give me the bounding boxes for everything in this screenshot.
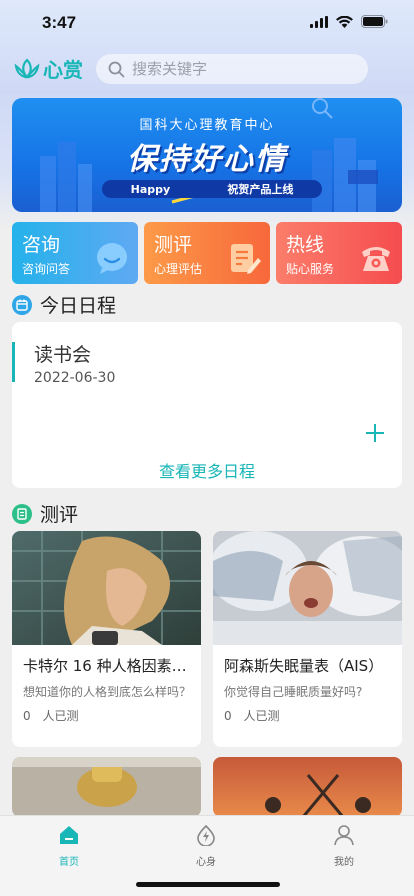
card-subtitle: 贴心服务 bbox=[286, 262, 335, 276]
hotline-card[interactable]: 热线 贴心服务 bbox=[276, 222, 402, 284]
test-cover-image bbox=[12, 531, 201, 645]
banner-title: 保持好心情 bbox=[127, 142, 287, 177]
banner-tagline: Happy 祝贺产品上线 bbox=[102, 180, 322, 198]
add-schedule-icon[interactable] bbox=[364, 422, 386, 444]
chat-bubble-icon bbox=[97, 243, 127, 274]
document-icon bbox=[12, 503, 32, 524]
quick-entry-cards: 咨询 咨询问答 测评 心理评估 热线 贴心服务 bbox=[12, 222, 402, 284]
calendar-icon bbox=[12, 294, 32, 315]
banner-tagline-left: Happy bbox=[130, 182, 171, 196]
test-card[interactable] bbox=[213, 757, 402, 817]
schedule-item-date: 2022-06-30 bbox=[34, 370, 116, 386]
tab-label: 首页 bbox=[59, 857, 79, 868]
home-indicator bbox=[136, 882, 280, 887]
status-bar: 3:47 bbox=[0, 0, 414, 44]
section-title: 测评 bbox=[40, 504, 79, 526]
card-title: 咨询 bbox=[22, 234, 61, 256]
test-title: 卡特尔 16 种人格因素测验 bbox=[23, 657, 193, 675]
schedule-accent-bar bbox=[12, 342, 15, 382]
banner-subtitle: 国科大心理教育中心 bbox=[139, 118, 275, 133]
card-subtitle: 咨询问答 bbox=[22, 262, 71, 276]
test-cover-image bbox=[12, 757, 201, 817]
schedule-item-title[interactable]: 读书会 bbox=[34, 340, 91, 367]
user-icon bbox=[334, 825, 354, 846]
promo-banner[interactable]: 国科大心理教育中心 保持好心情 Happy 祝贺产品上线 bbox=[12, 98, 402, 212]
tests-section-header: 测评 bbox=[12, 500, 78, 527]
view-more-schedule-link[interactable]: 查看更多日程 bbox=[12, 458, 402, 482]
status-icons bbox=[310, 15, 388, 28]
logo-text: 心赏 bbox=[43, 58, 83, 82]
signal-icon bbox=[310, 15, 328, 28]
search-input[interactable] bbox=[132, 60, 352, 78]
tab-home[interactable]: 首页 bbox=[19, 824, 119, 868]
clipboard-edit-icon bbox=[231, 244, 261, 274]
search-bar[interactable] bbox=[96, 54, 368, 84]
test-taken-count: 0 人已测 bbox=[224, 709, 280, 723]
test-taken-count: 0 人已测 bbox=[23, 709, 79, 723]
telephone-icon bbox=[362, 247, 390, 271]
tab-mind-body[interactable]: 心身 bbox=[156, 824, 256, 868]
lotus-logo-icon bbox=[14, 57, 40, 79]
test-title: 阿森斯失眠量表（AIS） bbox=[224, 657, 384, 675]
app-logo[interactable]: 心赏 bbox=[14, 54, 83, 83]
card-title: 测评 bbox=[154, 234, 193, 256]
tab-label: 我的 bbox=[334, 857, 354, 868]
test-card[interactable]: 阿森斯失眠量表（AIS） 你觉得自己睡眠质量好吗? 0 人已测 bbox=[213, 531, 402, 747]
consult-card[interactable]: 咨询 咨询问答 bbox=[12, 222, 138, 284]
test-description: 你觉得自己睡眠质量好吗? bbox=[224, 685, 363, 699]
card-subtitle: 心理评估 bbox=[154, 262, 203, 276]
battery-icon bbox=[361, 15, 388, 28]
schedule-card: 读书会 2022-06-30 查看更多日程 bbox=[12, 322, 402, 488]
test-card[interactable] bbox=[12, 757, 201, 817]
test-description: 想知道你的人格到底怎么样吗？ bbox=[23, 685, 192, 699]
tab-profile[interactable]: 我的 bbox=[294, 824, 394, 868]
section-title: 今日日程 bbox=[40, 295, 117, 317]
wifi-icon bbox=[336, 15, 353, 28]
spirit-drop-icon bbox=[197, 824, 215, 847]
test-cover-image bbox=[213, 531, 402, 645]
test-card[interactable]: 卡特尔 16 种人格因素测验 想知道你的人格到底怎么样吗？ 0 人已测 bbox=[12, 531, 201, 747]
header: 心赏 bbox=[0, 50, 414, 90]
search-icon bbox=[108, 61, 125, 77]
test-cover-image bbox=[213, 757, 402, 817]
tab-label: 心身 bbox=[196, 857, 216, 868]
status-time: 3:47 bbox=[42, 13, 77, 32]
assessment-card[interactable]: 测评 心理评估 bbox=[144, 222, 270, 284]
banner-tagline-right: 祝贺产品上线 bbox=[227, 183, 294, 196]
home-icon bbox=[60, 826, 78, 844]
card-title: 热线 bbox=[286, 234, 325, 256]
schedule-section-header: 今日日程 bbox=[12, 291, 116, 318]
